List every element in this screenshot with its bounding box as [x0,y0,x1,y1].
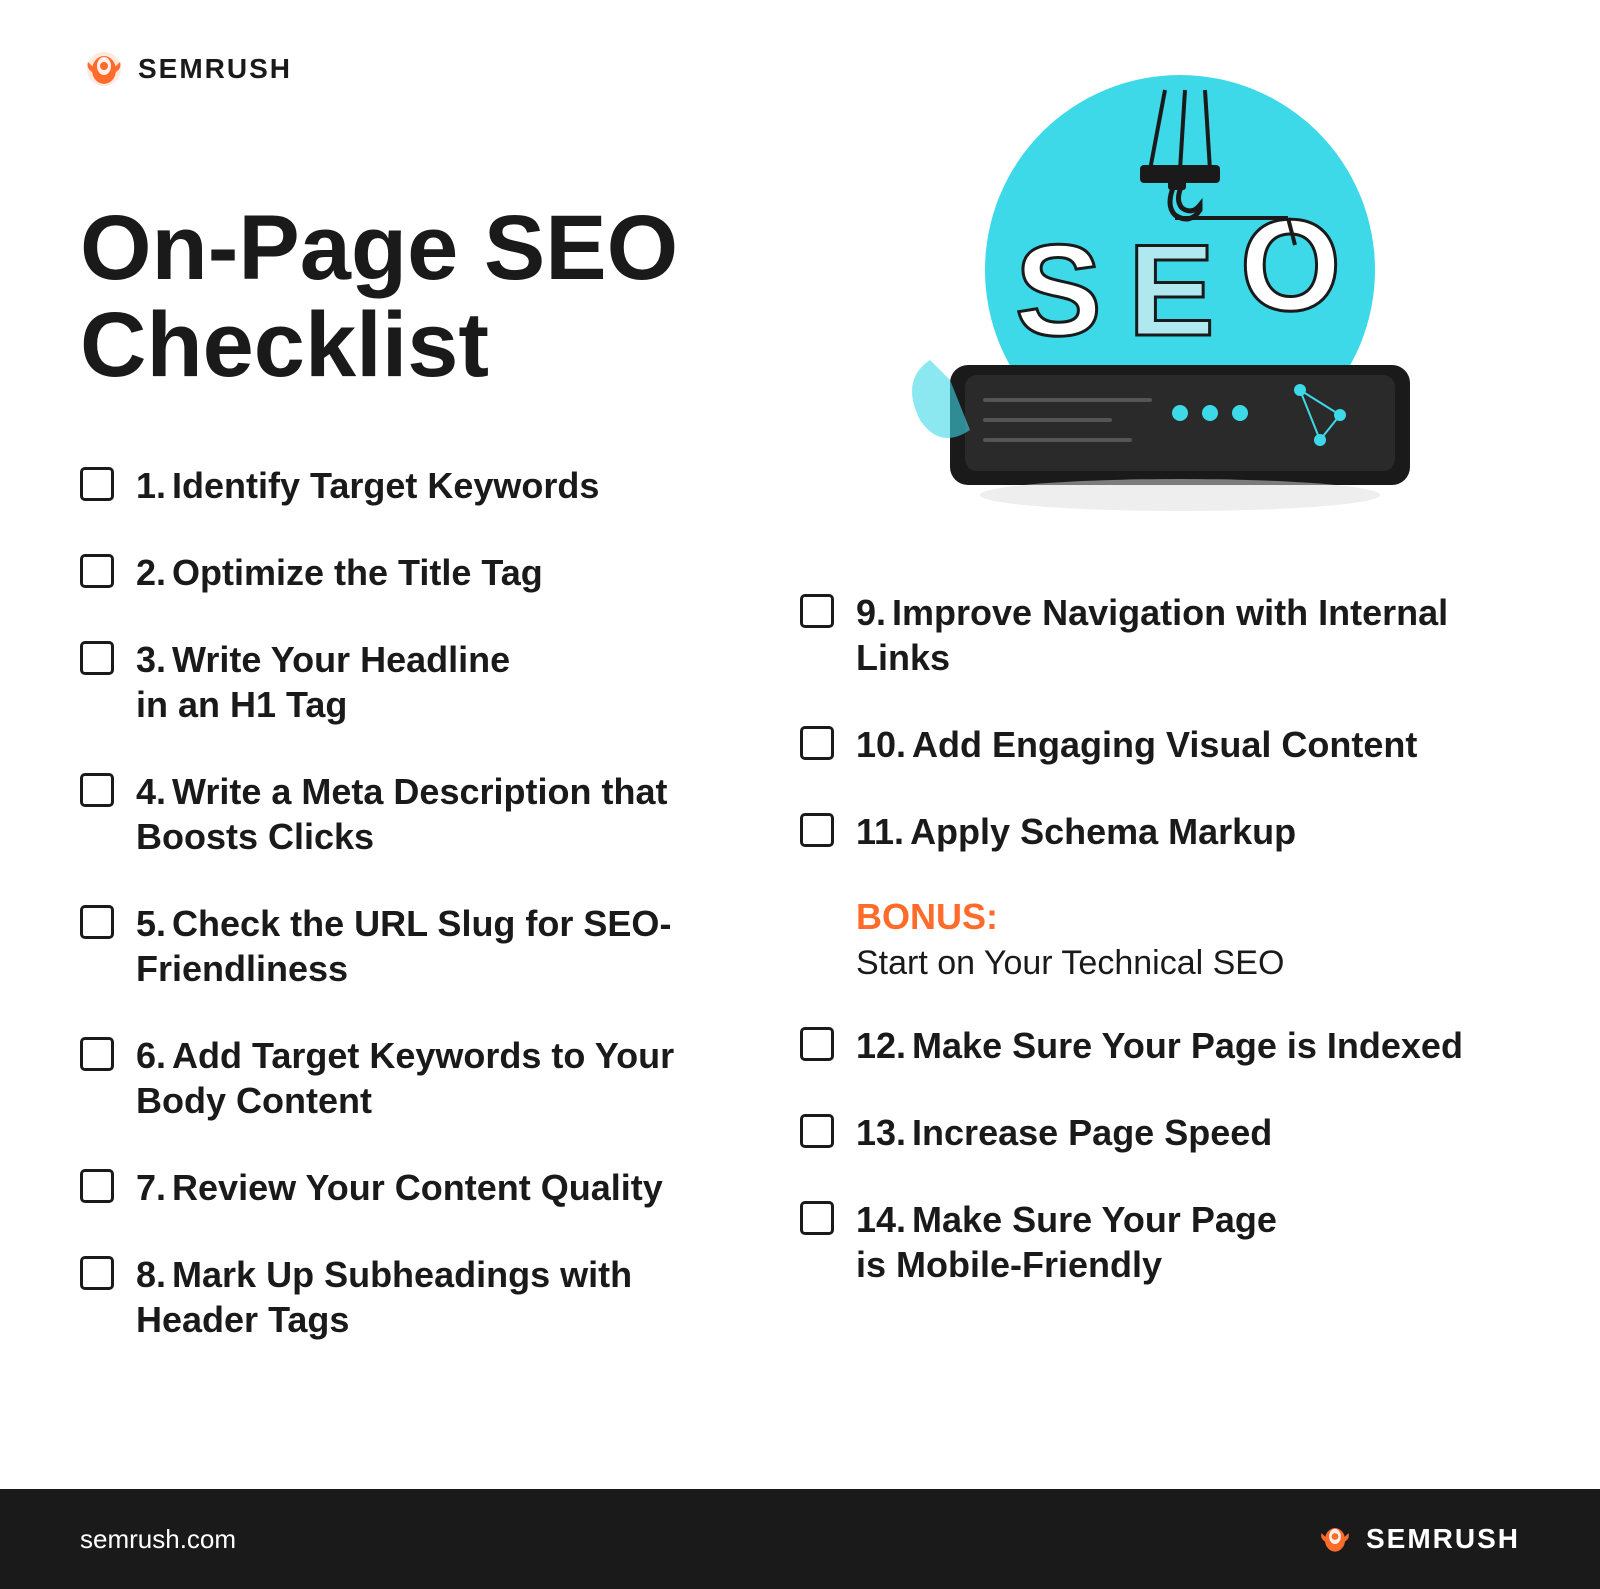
bonus-checklist: 12.Make Sure Your Page is Indexed 13.Inc… [800,1023,1520,1287]
item-text-4: 4.Write a Meta Description thatBoosts Cl… [136,769,667,859]
left-checklist-item-6: 6.Add Target Keywords to YourBody Conten… [80,1033,760,1123]
item-text-3: 3.Write Your Headlinein an H1 Tag [136,637,510,727]
bonus-checklist-item-12: 12.Make Sure Your Page is Indexed [800,1023,1520,1068]
right-checklist: 9.Improve Navigation with InternalLinks … [800,590,1520,854]
item-text-7: 7.Review Your Content Quality [136,1165,663,1210]
bonus-item-text-14: 14.Make Sure Your Pageis Mobile-Friendly [856,1197,1277,1287]
right-item-text-11: 11.Apply Schema Markup [856,809,1296,854]
right-item-text-10: 10.Add Engaging Visual Content [856,722,1417,767]
left-checklist-item-1: 1.Identify Target Keywords [80,463,760,508]
checkbox-4[interactable] [80,773,114,807]
checkbox-3[interactable] [80,641,114,675]
left-checklist-item-2: 2.Optimize the Title Tag [80,550,760,595]
checkbox-7[interactable] [80,1169,114,1203]
bonus-label: BONUS: [856,896,1520,938]
right-column: S E O [800,60,1520,1429]
right-checklist-item-11: 11.Apply Schema Markup [800,809,1520,854]
left-column: On-Page SEO Checklist 1.Identify Target … [80,60,800,1429]
checkbox-r2[interactable] [800,726,834,760]
bonus-text: Start on Your Technical SEO [856,944,1284,982]
left-checklist-item-5: 5.Check the URL Slug for SEO-Friendlines… [80,901,760,991]
item-text-8: 8.Mark Up Subheadings withHeader Tags [136,1252,632,1342]
checkbox-5[interactable] [80,905,114,939]
svg-text:S: S [1015,217,1102,363]
checkbox-b1[interactable] [800,1027,834,1061]
item-text-5: 5.Check the URL Slug for SEO-Friendlines… [136,901,671,991]
right-checklist-item-10: 10.Add Engaging Visual Content [800,722,1520,767]
main-content: SEMRUSH On-Page SEO Checklist 1.Identify… [0,0,1600,1489]
footer: semrush.com SEMRUSH [0,1489,1600,1589]
checkbox-r1[interactable] [800,594,834,628]
checkbox-b2[interactable] [800,1114,834,1148]
left-checklist-item-7: 7.Review Your Content Quality [80,1165,760,1210]
bonus-checklist-item-14: 14.Make Sure Your Pageis Mobile-Friendly [800,1197,1520,1287]
logo-area: SEMRUSH [80,50,292,88]
left-checklist-item-4: 4.Write a Meta Description thatBoosts Cl… [80,769,760,859]
checkbox-6[interactable] [80,1037,114,1071]
svg-text:E: E [1128,217,1215,363]
right-checklist-item-9: 9.Improve Navigation with InternalLinks [800,590,1520,680]
footer-logo-icon [1314,1523,1356,1555]
checkbox-2[interactable] [80,554,114,588]
item-text-6: 6.Add Target Keywords to YourBody Conten… [136,1033,674,1123]
page-title: On-Page SEO Checklist [80,200,760,393]
seo-illustration: S E O [800,60,1520,540]
footer-logo-text: SEMRUSH [1366,1523,1520,1555]
bonus-section: BONUS: Start on Your Technical SEO [800,896,1520,983]
left-checklist-item-8: 8.Mark Up Subheadings withHeader Tags [80,1252,760,1342]
checkbox-r3[interactable] [800,813,834,847]
right-item-text-9: 9.Improve Navigation with InternalLinks [856,590,1448,680]
checkbox-8[interactable] [80,1256,114,1290]
semrush-logo-icon [80,50,128,88]
svg-text:O: O [1240,192,1341,338]
bonus-item-text-12: 12.Make Sure Your Page is Indexed [856,1023,1463,1068]
item-text-1: 1.Identify Target Keywords [136,463,599,508]
checkbox-1[interactable] [80,467,114,501]
left-checklist-item-3: 3.Write Your Headlinein an H1 Tag [80,637,760,727]
footer-url: semrush.com [80,1524,236,1555]
left-checklist: 1.Identify Target Keywords 2.Optimize th… [80,463,760,1342]
logo-text: SEMRUSH [138,53,292,85]
item-text-2: 2.Optimize the Title Tag [136,550,543,595]
right-checklist-area: 9.Improve Navigation with InternalLinks … [800,570,1520,1329]
footer-logo: SEMRUSH [1314,1523,1520,1555]
checkbox-b3[interactable] [800,1201,834,1235]
bonus-checklist-item-13: 13.Increase Page Speed [800,1110,1520,1155]
bonus-item-text-13: 13.Increase Page Speed [856,1110,1272,1155]
